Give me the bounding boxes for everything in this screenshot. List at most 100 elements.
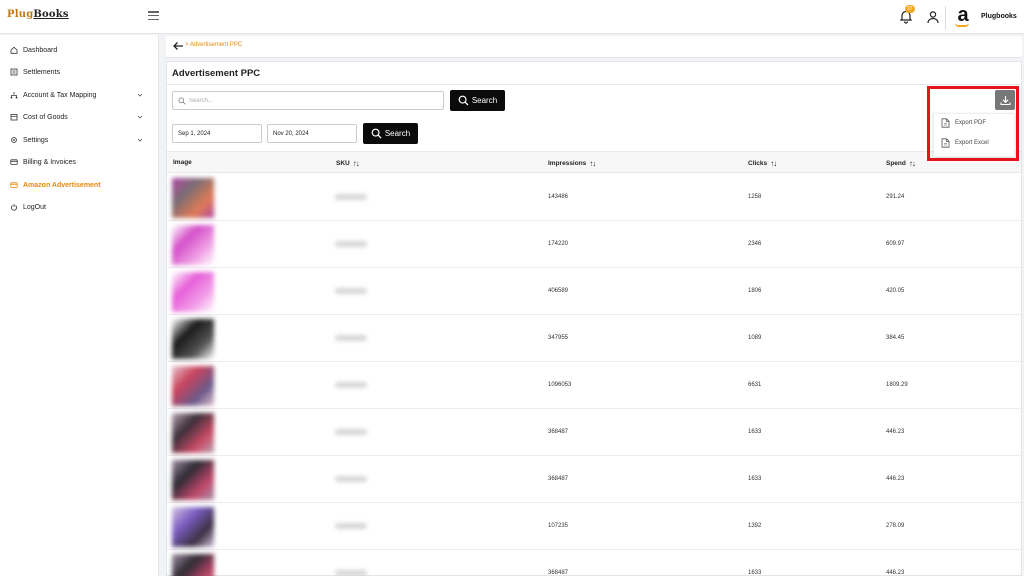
- search-button-label: Search: [471, 96, 498, 105]
- product-thumbnail: [172, 507, 214, 547]
- amazon-smile-icon: [955, 23, 969, 27]
- sitemap-icon: [10, 92, 18, 99]
- date-search-button-label: Search: [384, 129, 411, 138]
- cell-impressions: 368487: [548, 429, 569, 435]
- menu-toggle-icon[interactable]: [148, 11, 159, 20]
- cell-clicks: 1633: [748, 429, 762, 435]
- cell-impressions: 1096053: [548, 382, 572, 388]
- table-row[interactable]: 406589 1806 420.05: [167, 268, 1021, 315]
- search-button[interactable]: Search: [450, 90, 505, 111]
- table-row[interactable]: 368487 1633 446.23: [167, 550, 1021, 576]
- product-thumbnail: [172, 319, 214, 359]
- sku-redacted: [335, 523, 367, 529]
- table-row[interactable]: 1096053 6631 1809.29: [167, 362, 1021, 409]
- sku-redacted: [335, 335, 367, 341]
- main-card: Advertisement PPC Search Sep 1, 2024 Nov…: [166, 61, 1022, 576]
- table-row[interactable]: 347955 1089 384.45: [167, 315, 1021, 362]
- cell-clicks: 1258: [748, 194, 762, 200]
- table-header: Image SKU ↑↓ Impressions ↑↓ Clicks ↑↓ Spend ↑↓: [167, 151, 1021, 173]
- sidebar-item-label: Amazon Advertisement: [23, 181, 101, 189]
- export-item-pdf[interactable]: Export PDF: [941, 117, 986, 129]
- cell-clicks: 1806: [748, 288, 762, 294]
- sort-icon[interactable]: ↑↓: [909, 159, 916, 168]
- cell-impressions: 174220: [548, 241, 569, 247]
- sidebar-item-settlements[interactable]: Settlements: [10, 65, 150, 79]
- plugbooks-logo[interactable]: PlugBooks: [7, 9, 69, 20]
- sidebar: Dashboard Settlements Account & Tax Mappin…: [0, 35, 159, 576]
- sort-icon[interactable]: ↑↓: [770, 159, 777, 168]
- sort-icon[interactable]: ↑↓: [353, 159, 360, 168]
- header-divider: [945, 6, 946, 30]
- column-header-sku[interactable]: SKU ↑↓: [336, 159, 360, 168]
- sku-redacted: [335, 241, 367, 247]
- search-input[interactable]: [189, 95, 439, 107]
- product-thumbnail: [172, 225, 214, 265]
- cell-spend: 384.45: [886, 335, 905, 341]
- sidebar-item-dashboard[interactable]: Dashboard: [10, 43, 150, 57]
- sort-icon[interactable]: ↑↓: [589, 159, 596, 168]
- cell-impressions: 368487: [548, 476, 569, 482]
- excel-file-icon: [941, 138, 950, 148]
- notification-badge: 27: [905, 5, 915, 13]
- back-arrow-icon[interactable]: [172, 41, 184, 51]
- sidebar-item-label: Dashboard: [23, 46, 58, 54]
- home-icon: [10, 46, 18, 54]
- table-row[interactable]: 368487 1633 446.23: [167, 409, 1021, 456]
- product-thumbnail: [172, 460, 214, 500]
- breadcrumb: > Advertisement PPC: [166, 36, 1022, 58]
- column-header-image: Image: [173, 159, 192, 166]
- search-icon: [371, 128, 382, 139]
- chevron-down-icon: [137, 138, 143, 142]
- card-icon: [10, 159, 18, 165]
- sku-redacted: [335, 429, 367, 435]
- sidebar-item-cost-of-goods[interactable]: Cost of Goods: [10, 110, 150, 124]
- end-date-field[interactable]: Nov 20, 2024: [267, 124, 357, 143]
- table-row[interactable]: 368487 1633 446.23: [167, 456, 1021, 503]
- page-title: Advertisement PPC: [172, 68, 261, 79]
- product-thumbnail: [172, 366, 214, 406]
- sku-redacted: [335, 288, 367, 294]
- search-field[interactable]: [172, 91, 444, 110]
- date-search-button[interactable]: Search: [363, 123, 418, 144]
- product-thumbnail: [172, 554, 214, 576]
- sidebar-item-label: LogOut: [23, 203, 46, 211]
- start-date-field[interactable]: Sep 1, 2024: [172, 124, 262, 143]
- breadcrumb-current[interactable]: > Advertisement PPC: [185, 42, 242, 48]
- sidebar-item-label: Billing & Invoices: [23, 158, 76, 166]
- pdf-file-icon: [941, 118, 950, 128]
- column-header-label: Spend: [886, 160, 906, 167]
- column-header-impressions[interactable]: Impressions ↑↓: [548, 159, 596, 168]
- user-icon[interactable]: [926, 10, 940, 24]
- column-header-label: SKU: [336, 160, 350, 167]
- column-header-clicks[interactable]: Clicks ↑↓: [748, 159, 777, 168]
- sidebar-item-billing-invoices[interactable]: Billing & Invoices: [10, 155, 150, 169]
- sku-redacted: [335, 476, 367, 482]
- cell-clicks: 1392: [748, 523, 762, 529]
- title-divider: [167, 84, 1021, 85]
- account-name[interactable]: Plugbooks: [981, 13, 1017, 20]
- sidebar-item-logout[interactable]: LogOut: [10, 200, 150, 214]
- sidebar-item-account-tax-mapping[interactable]: Account & Tax Mapping: [10, 88, 150, 102]
- export-item-label: Export Excel: [955, 140, 989, 146]
- cell-spend: 278.09: [886, 523, 905, 529]
- gear-icon: [11, 137, 17, 143]
- cell-spend: 291.24: [886, 194, 905, 200]
- export-button[interactable]: [995, 90, 1015, 110]
- box-icon: [10, 114, 18, 121]
- sidebar-item-settings[interactable]: Settings: [10, 133, 150, 147]
- product-thumbnail: [172, 178, 214, 218]
- search-icon: [458, 95, 469, 106]
- table-row[interactable]: 107235 1392 278.09: [167, 503, 1021, 550]
- export-item-excel[interactable]: Export Excel: [941, 137, 989, 149]
- column-header-spend[interactable]: Spend ↑↓: [886, 159, 916, 168]
- cell-clicks: 1633: [748, 570, 762, 576]
- table-row[interactable]: 174220 2346 609.97: [167, 221, 1021, 268]
- logo-text-part1: Plug: [7, 9, 34, 20]
- column-header-label: Impressions: [548, 160, 587, 167]
- table-row[interactable]: 143486 1258 291.24: [167, 174, 1021, 221]
- sidebar-item-amazon-advertisement[interactable]: Amazon Advertisement: [10, 178, 150, 192]
- cell-clicks: 6631: [748, 382, 762, 388]
- cell-spend: 446.23: [886, 429, 905, 435]
- column-header-label: Clicks: [748, 160, 768, 167]
- sku-redacted: [335, 570, 367, 576]
